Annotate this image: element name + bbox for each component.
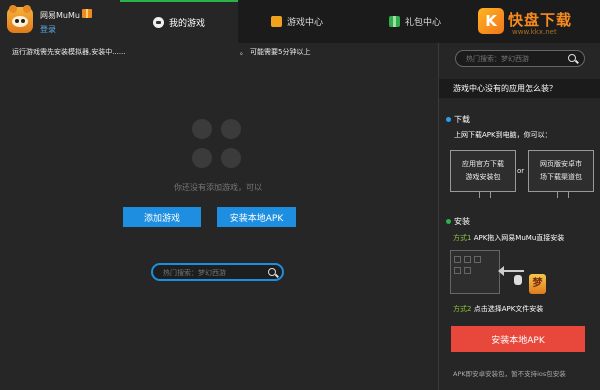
gift-icon [388, 16, 400, 27]
empty-state-text: 你还没有添加游戏，可以 [174, 183, 262, 192]
tab-gift-center-label: 礼包中心 [404, 18, 441, 28]
install-method-1: 方式1 APK拖入网易MuMu直接安装 [453, 233, 564, 243]
method2-tag: 方式2 [453, 305, 472, 313]
app-window: 网易MuMu 登录 我的游戏 游戏中心 礼包中心 K 快盘下载 www.kkx.… [0, 0, 600, 390]
hand-cursor-icon [514, 275, 522, 285]
or-label: or [517, 167, 525, 175]
tab-game-center[interactable]: 游戏中心 [238, 0, 356, 43]
download-description: 上网下载APK到电脑，你可以： [454, 131, 552, 139]
tab-my-games[interactable]: 我的游戏 [120, 0, 238, 43]
official-download-option: 应用官方下载 游戏安装包 [450, 150, 516, 198]
install-method-2: 方式2 点击选择APK文件安装 [453, 304, 543, 314]
install-bullet [446, 219, 451, 224]
tab-game-center-label: 游戏中心 [286, 18, 323, 28]
top-header: 网易MuMu 登录 我的游戏 游戏中心 礼包中心 K 快盘下载 www.kkx.… [0, 0, 600, 43]
pet-icon [152, 17, 164, 28]
status-separator: 。 [240, 48, 247, 56]
option2-line1: 网页版安卓市 [540, 160, 582, 168]
my-games-panel: 运行游戏需先安装模拟器,安装中...... 。 可能需要5分钟以上 你还没有添加… [0, 43, 438, 390]
drag-install-illustration [450, 250, 500, 294]
side-panel-title: 游戏中心没有的应用怎么装？ [439, 79, 600, 98]
main-search-box[interactable] [151, 263, 284, 281]
add-game-button[interactable]: 添加游戏 [123, 207, 201, 227]
option1-line2: 游戏安装包 [465, 173, 501, 181]
brand-mark-icon: K [478, 8, 504, 34]
tab-gift-center[interactable]: 礼包中心 [356, 0, 474, 43]
side-search-box[interactable] [455, 50, 585, 67]
install-local-apk-button[interactable]: 安装本地APK [217, 207, 296, 227]
game-center-icon [270, 16, 282, 27]
install-time-note: 可能需要5分钟以上 [250, 48, 311, 56]
search-icon[interactable] [568, 54, 576, 62]
download-section-title: 下载 [454, 115, 470, 124]
web-market-option: 网页版安卓市 场下载渠道包 [528, 150, 594, 198]
install-status-text: 运行游戏需先安装模拟器,安装中...... [12, 48, 126, 56]
drag-arrow-icon [498, 266, 524, 276]
side-install-apk-button[interactable]: 安装本地APK [451, 326, 585, 352]
brand-name: 快盘下载 [508, 11, 573, 29]
method1-tag: 方式1 [453, 234, 472, 242]
tab-my-games-label: 我的游戏 [168, 19, 205, 29]
apk-file-icon: 梦 [529, 274, 546, 294]
brand-url: www.kkx.net [512, 28, 557, 36]
option2-line2: 场下载渠道包 [540, 173, 582, 181]
method1-text: APK拖入网易MuMu直接安装 [473, 234, 565, 242]
brand-watermark-logo: K 快盘下载 www.kkx.net [478, 6, 596, 38]
option1-line1: 应用官方下载 [462, 160, 504, 168]
install-section-title: 安装 [454, 217, 470, 226]
app-name: 网易MuMu [40, 11, 80, 20]
method2-text: 点击选择APK文件安装 [473, 305, 544, 313]
gift-icon[interactable] [82, 9, 92, 18]
apk-footnote: APK即安卓安装包，暂不支持ios包安装 [453, 370, 566, 378]
main-search-input[interactable] [163, 267, 263, 278]
login-link[interactable]: 登录 [40, 24, 56, 35]
side-panel: 游戏中心没有的应用怎么装？ 下载 上网下载APK到电脑，你可以： 应用官方下载 … [439, 43, 600, 390]
logo-area: 网易MuMu 登录 [0, 0, 120, 43]
empty-apps-grid-icon [192, 119, 242, 169]
download-bullet [446, 117, 451, 122]
search-icon[interactable] [268, 268, 276, 276]
side-search-input[interactable] [466, 53, 562, 64]
mumu-logo-icon [7, 5, 33, 33]
